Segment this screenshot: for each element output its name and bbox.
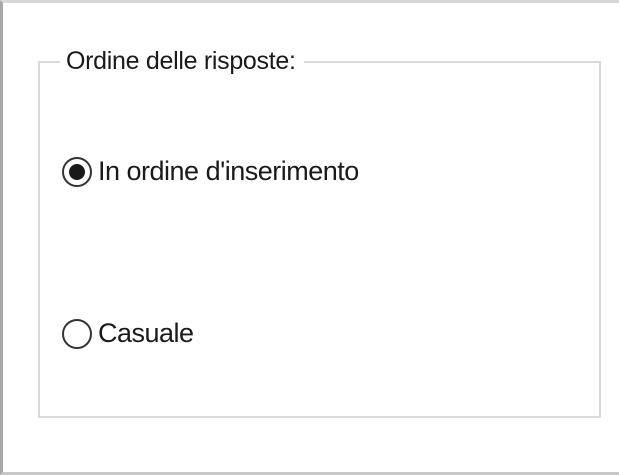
radio-option-insertion-order[interactable]: In ordine d'inserimento	[62, 156, 359, 187]
radio-unselected-icon[interactable]	[62, 318, 92, 349]
answer-order-groupbox: Ordine delle risposte: In ordine d'inser…	[38, 47, 601, 418]
radio-label-random[interactable]: Casuale	[98, 318, 194, 349]
radio-selected-icon[interactable]	[62, 156, 92, 187]
radio-option-random[interactable]: Casuale	[62, 318, 194, 349]
dialog-panel: Ordine delle risposte: In ordine d'inser…	[0, 0, 619, 475]
groupbox-title: Ordine delle risposte:	[60, 47, 304, 76]
radio-label-insertion-order[interactable]: In ordine d'inserimento	[98, 156, 359, 187]
radio-dot-icon	[69, 163, 85, 180]
